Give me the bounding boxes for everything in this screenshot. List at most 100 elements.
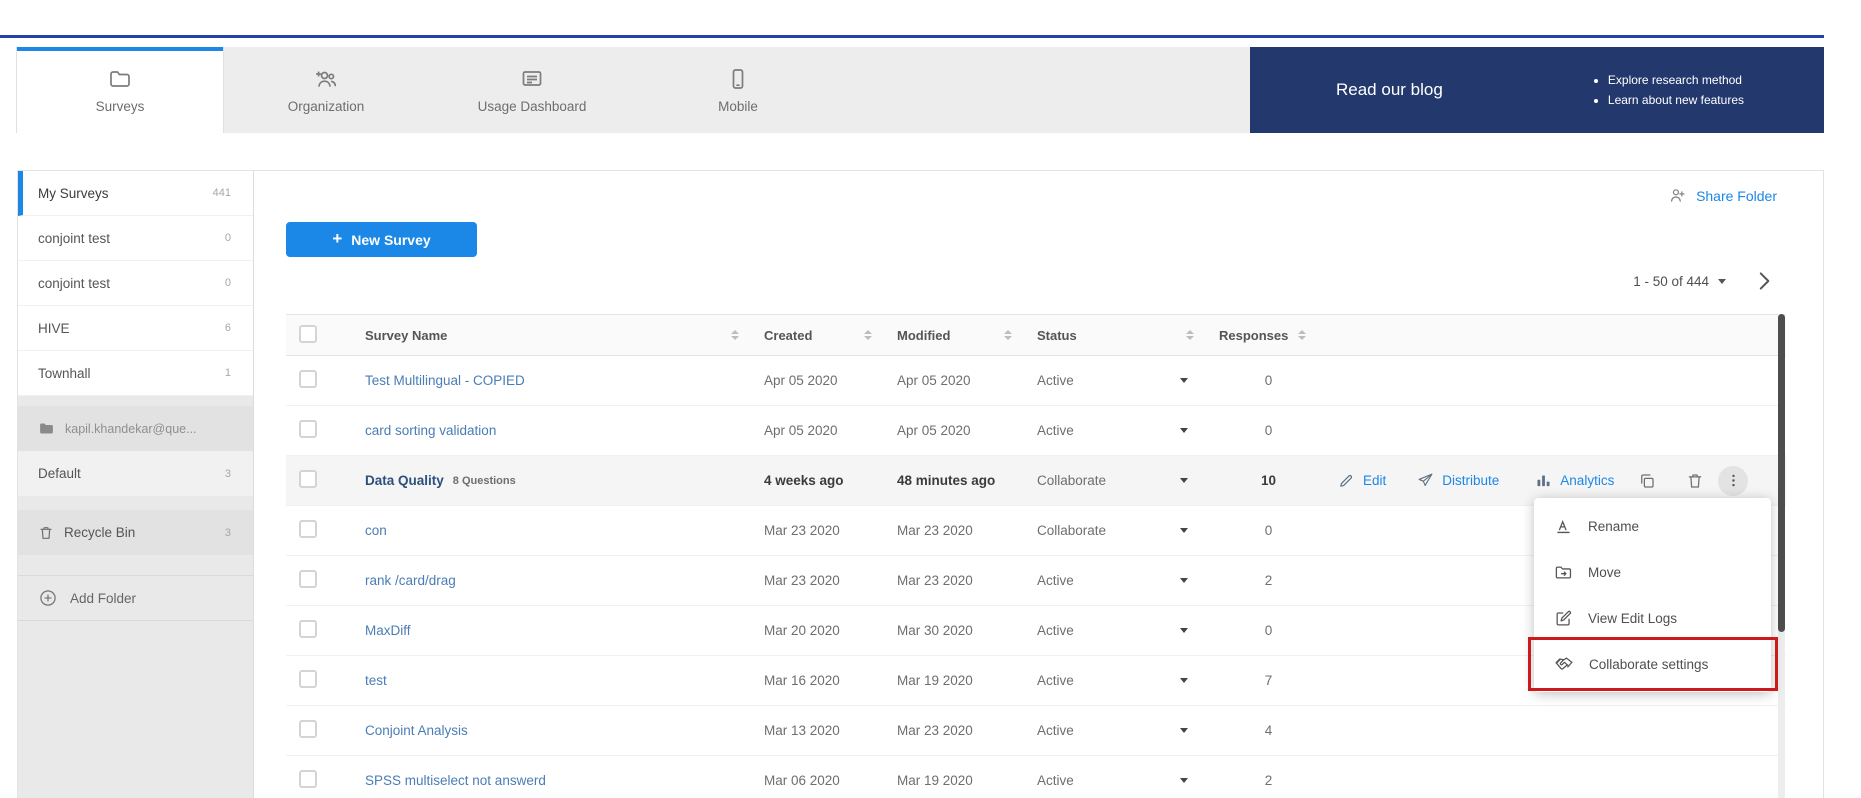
trash-icon	[1686, 472, 1704, 490]
survey-name-link[interactable]: rank /card/drag	[365, 573, 456, 588]
row-checkbox[interactable]	[299, 470, 317, 488]
tab-usage-dashboard[interactable]: Usage Dashboard	[429, 47, 635, 133]
sidebar-item-hive[interactable]: HIVE 6	[18, 306, 253, 351]
folder-label: Recycle Bin	[64, 525, 135, 540]
table-header: Survey Name Created Modified Status Resp…	[286, 314, 1786, 356]
sidebar-item-shared-folder[interactable]: kapil.khandekar@que...	[18, 406, 253, 451]
menu-item-move[interactable]: Move	[1534, 549, 1771, 595]
survey-name-link[interactable]: MaxDiff	[365, 623, 411, 638]
blog-banner[interactable]: Read our blog Explore research method Le…	[1250, 47, 1824, 133]
status-dropdown[interactable]: Active	[1024, 423, 1206, 438]
sort-icon[interactable]	[864, 330, 872, 340]
tab-label: Organization	[288, 99, 365, 114]
status-dropdown[interactable]: Active	[1024, 623, 1206, 638]
row-checkbox[interactable]	[299, 420, 317, 438]
next-page-button[interactable]	[1751, 268, 1777, 299]
table-row[interactable]: card sorting validation Apr 05 2020 Apr …	[286, 406, 1786, 456]
row-checkbox[interactable]	[299, 670, 317, 688]
tab-mobile[interactable]: Mobile	[635, 47, 841, 133]
blog-banner-title[interactable]: Read our blog	[1336, 80, 1443, 100]
status-dropdown[interactable]: Active	[1024, 573, 1206, 588]
survey-name-link[interactable]: test	[365, 673, 387, 688]
sort-icon[interactable]	[1004, 330, 1012, 340]
sidebar-item-recycle-bin[interactable]: Recycle Bin 3	[18, 510, 253, 555]
top-tabbar: Surveys Organization Usage Dashboard Mob…	[17, 47, 1824, 133]
row-checkbox[interactable]	[299, 520, 317, 538]
menu-item-collaborate-settings[interactable]: Collaborate settings	[1534, 641, 1771, 687]
header-survey-name[interactable]: Survey Name	[352, 328, 751, 343]
row-checkbox[interactable]	[299, 620, 317, 638]
row-checkbox[interactable]	[299, 720, 317, 738]
select-all-checkbox[interactable]	[299, 325, 317, 343]
survey-name-link[interactable]: SPSS multiselect not answerd	[365, 773, 546, 788]
add-folder-label: Add Folder	[70, 591, 136, 606]
move-folder-icon	[1554, 563, 1573, 582]
menu-item-label: Move	[1588, 565, 1621, 580]
sidebar-item-my-surveys[interactable]: My Surveys 441	[18, 171, 253, 216]
menu-item-rename[interactable]: Rename	[1534, 503, 1771, 549]
table-scrollbar-thumb[interactable]	[1778, 314, 1785, 632]
tab-organization[interactable]: Organization	[223, 47, 429, 133]
header-created[interactable]: Created	[751, 328, 884, 343]
analytics-button[interactable]: Analytics	[1535, 472, 1614, 489]
status-dropdown[interactable]: Active	[1024, 723, 1206, 738]
edit-button[interactable]: Edit	[1338, 472, 1386, 489]
responses-cell: 2	[1206, 773, 1331, 788]
sidebar-item-conjoint-test-2[interactable]: conjoint test 0	[18, 261, 253, 306]
distribute-button[interactable]: Distribute	[1417, 472, 1499, 489]
analytics-label: Analytics	[1560, 473, 1614, 488]
survey-name-link[interactable]: card sorting validation	[365, 423, 496, 438]
sidebar-item-conjoint-test-1[interactable]: conjoint test 0	[18, 216, 253, 261]
handshake-icon	[1554, 654, 1574, 674]
row-checkbox[interactable]	[299, 570, 317, 588]
add-folder-button[interactable]: Add Folder	[18, 575, 253, 621]
question-count-badge: 8 Questions	[453, 475, 516, 487]
new-survey-button[interactable]: + New Survey	[286, 222, 477, 257]
menu-item-view-edit-logs[interactable]: View Edit Logs	[1534, 595, 1771, 641]
row-checkbox[interactable]	[299, 770, 317, 788]
sort-icon[interactable]	[731, 330, 739, 340]
header-label: Created	[764, 328, 812, 343]
status-dropdown[interactable]: Collaborate	[1024, 523, 1206, 538]
status-dropdown[interactable]: Collaborate	[1024, 473, 1206, 488]
sidebar-item-townhall[interactable]: Townhall 1	[18, 351, 253, 396]
share-folder-button[interactable]: Share Folder	[1668, 186, 1777, 205]
status-dropdown[interactable]: Active	[1024, 673, 1206, 688]
sidebar-item-default[interactable]: Default 3	[18, 451, 253, 496]
delete-button[interactable]	[1686, 472, 1704, 490]
row-checkbox[interactable]	[299, 370, 317, 388]
survey-name-link[interactable]: con	[365, 523, 387, 538]
tab-surveys[interactable]: Surveys	[17, 47, 223, 133]
table-row[interactable]: Conjoint Analysis Mar 13 2020 Mar 23 202…	[286, 706, 1786, 756]
header-modified[interactable]: Modified	[884, 328, 1024, 343]
pagination-dropdown[interactable]: 1 - 50 of 444	[1633, 274, 1726, 289]
survey-name-link[interactable]: Data Quality	[365, 473, 444, 488]
status-dropdown[interactable]: Active	[1024, 773, 1206, 788]
created-cell: Apr 05 2020	[751, 423, 884, 438]
sort-icon[interactable]	[1186, 330, 1194, 340]
caret-down-icon	[1180, 378, 1188, 383]
table-row[interactable]: Test Multilingual - COPIED Apr 05 2020 A…	[286, 356, 1786, 406]
table-row[interactable]: SPSS multiselect not answerd Mar 06 2020…	[286, 756, 1786, 798]
survey-name-link[interactable]: Test Multilingual - COPIED	[365, 373, 525, 388]
caret-down-icon	[1180, 528, 1188, 533]
modified-cell: 48 minutes ago	[884, 473, 1024, 488]
copy-button[interactable]	[1638, 472, 1656, 490]
survey-name-link[interactable]: Conjoint Analysis	[365, 723, 468, 738]
plus-icon: +	[332, 229, 342, 249]
folder-count: 6	[225, 322, 231, 334]
more-options-button[interactable]	[1718, 466, 1748, 496]
status-label: Active	[1037, 723, 1074, 738]
created-cell: Mar 13 2020	[751, 723, 884, 738]
status-dropdown[interactable]: Active	[1024, 373, 1206, 388]
folder-count: 0	[225, 232, 231, 244]
caret-down-icon	[1180, 578, 1188, 583]
header-status[interactable]: Status	[1024, 328, 1206, 343]
header-responses[interactable]: Responses	[1206, 328, 1331, 343]
caret-down-icon	[1180, 628, 1188, 633]
menu-item-label: Collaborate settings	[1589, 657, 1708, 672]
folder-label: Default	[38, 466, 81, 481]
blog-banner-bullets: Explore research method Learn about new …	[1592, 70, 1744, 110]
modified-cell: Mar 23 2020	[884, 523, 1024, 538]
sort-icon[interactable]	[1298, 330, 1306, 340]
